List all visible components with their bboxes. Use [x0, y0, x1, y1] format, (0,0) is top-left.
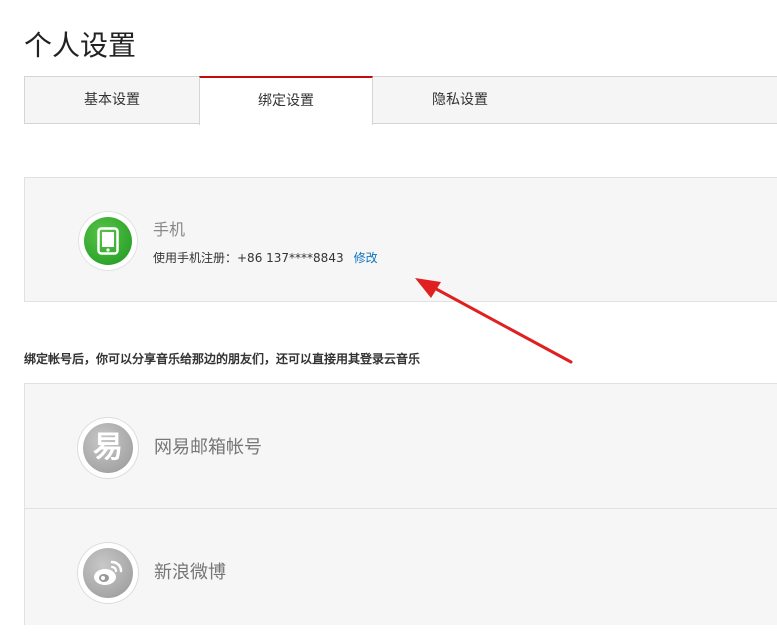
tab-basic-settings[interactable]: 基本设置	[25, 76, 199, 124]
settings-tabs: 基本设置 绑定设置 隐私设置	[24, 76, 777, 125]
red-arrow-annotation	[415, 278, 573, 364]
phone-number-text: 使用手机注册：+86 137****8843	[153, 251, 344, 265]
page-title: 个人设置	[24, 29, 137, 62]
tab-privacy-settings[interactable]: 隐私设置	[373, 76, 547, 124]
tab-binding-settings[interactable]: 绑定设置	[199, 76, 373, 125]
list-item[interactable]: 新浪微博	[25, 509, 777, 634]
netease-mail-icon: 易	[78, 418, 138, 478]
list-item[interactable]: 易 网易邮箱帐号	[25, 384, 777, 509]
phone-binding-panel: 手机 使用手机注册：+86 137****8843 修改	[24, 177, 777, 302]
modify-phone-link[interactable]: 修改	[354, 251, 378, 265]
binding-hint-text: 绑定帐号后，你可以分享音乐给那边的朋友们，还可以直接用其登录云音乐	[24, 352, 421, 366]
phone-binding-info: 使用手机注册：+86 137****8843 修改	[153, 250, 378, 266]
phone-binding-title: 手机	[153, 220, 186, 239]
weibo-icon	[78, 543, 138, 603]
account-binding-list: 易 网易邮箱帐号 新浪微博	[24, 383, 777, 625]
weibo-label: 新浪微博	[154, 562, 226, 583]
phone-icon	[79, 212, 137, 270]
netease-mail-label: 网易邮箱帐号	[154, 437, 262, 458]
